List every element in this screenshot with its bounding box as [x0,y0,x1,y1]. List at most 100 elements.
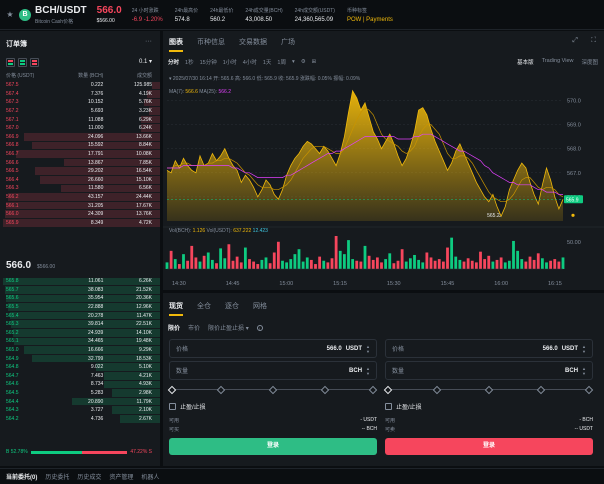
bottom-tab-4[interactable]: 机器人 [141,472,159,481]
bid-row[interactable]: 565.5 22.888 12.96K [0,303,160,312]
sell-qty-stepper[interactable]: ▲ ▼ [582,366,586,376]
row-total: 18.53K [136,355,153,362]
bid-row[interactable]: 564.9 32.799 18.53K [0,354,160,363]
bottom-tab-1[interactable]: 历史委托 [45,472,69,481]
sell-price-stepper[interactable]: ▲ ▼ [582,344,586,354]
buy-qty-input[interactable]: 数量 BCH ▲ ▼ [169,361,377,380]
ask-row[interactable]: 566.8 15.592 8.84K [0,141,160,150]
sell-price-input[interactable]: 价格 566.0 USDT ▲ ▼ [385,339,593,358]
ask-row[interactable]: 567.0 11.000 6.24K [0,124,160,133]
ask-row[interactable]: 565.9 8.349 4.72K [0,219,160,228]
ask-row[interactable]: 567.4 7.376 4.19K [0,90,160,99]
trade-tab-1[interactable]: 全仓 [197,301,211,316]
slider-stop[interactable] [320,385,330,394]
row-total: 10.08K [136,151,153,158]
row-price: 565.2 [6,329,19,336]
slider-stop[interactable] [368,385,378,394]
price-chart-svg[interactable]: 570.0569.0568.0567.0566.0565.2565.950.00… [163,31,604,290]
stat-value: 574.8 [174,16,190,23]
bottom-tab-0[interactable]: 当前委托(0) [6,472,37,481]
buy-tpsl-checkbox[interactable]: 止盈/止损 [169,402,206,411]
header-bar: ★ B BCH/USDT Bitcoin Cash价格 566.0 $566.0… [0,0,604,30]
sell-login-button[interactable]: 登录 [385,438,593,455]
slider-stop[interactable] [167,385,177,394]
bottom-tab-3[interactable]: 资产管理 [109,472,133,481]
slider-stop[interactable] [216,385,226,394]
row-qty: 22.888 [88,304,104,311]
bid-row[interactable]: 564.6 8.734 4.93K [0,380,160,389]
pair-info[interactable]: BCH/USDT Bitcoin Cash价格 [35,5,87,25]
bid-row[interactable]: 565.3 39.814 22.51K [0,320,160,329]
ask-row[interactable]: 566.7 17.791 10.08K [0,150,160,159]
order-type-2[interactable]: 限价止盈止损 ▾ [208,323,249,332]
volume-bar [454,256,458,269]
orderbook-asks-view-icon[interactable] [30,58,39,67]
order-type-1[interactable]: 市价 [188,323,200,332]
buy-qty-stepper[interactable]: ▲ ▼ [366,366,370,376]
buy-percent-slider[interactable] [167,385,378,394]
order-type-0[interactable]: 限价 [168,323,180,332]
bid-row[interactable]: 565.4 20.278 11.47K [0,311,160,320]
row-price: 565.4 [6,312,19,319]
favorite-star-icon[interactable]: ★ [3,10,17,19]
bid-row[interactable]: 565.8 11.061 6.26K [0,277,160,286]
slider-stop[interactable] [584,385,594,394]
stat-3: 24h成交量(BCH) 43,008.50 [245,7,282,23]
slider-stop[interactable] [536,385,546,394]
bid-row[interactable]: 564.7 7.463 4.21K [0,372,160,381]
bid-row[interactable]: 564.8 9.022 5.10K [0,363,160,372]
row-total: 24.44K [136,194,153,201]
sell-percent-slider[interactable] [383,385,594,394]
stat-label: 24h最低价 [210,7,234,14]
bid-row[interactable]: 565.6 35.954 20.36K [0,294,160,303]
ask-row[interactable]: 566.9 24.096 13.66K [0,133,160,142]
ask-row[interactable]: 566.1 31.205 17.67K [0,201,160,210]
mid-price[interactable]: 566.0 $566.00 [6,260,55,271]
ask-row[interactable]: 567.2 5.693 3.23K [0,107,160,116]
bid-row[interactable]: 565.1 34.465 19.48K [0,337,160,346]
ask-row[interactable]: 566.2 43.157 24.44K [0,193,160,202]
info-icon[interactable]: i [256,324,263,331]
slider-stop[interactable] [268,385,278,394]
ask-row[interactable]: 567.1 11.088 6.29K [0,115,160,124]
buy-price-input[interactable]: 价格 566.0 USDT ▲ ▼ [169,339,377,358]
bid-row[interactable]: 565.0 16.666 9.29K [0,346,160,355]
ask-row[interactable]: 566.4 26.660 15.10K [0,176,160,185]
current-price-tag-label: 565.9 [566,197,579,203]
row-price: 565.1 [6,338,19,345]
volume-bar [260,259,264,269]
low-marker-label: 565.2 [487,213,500,219]
precision-select[interactable]: 0.1 ▾ [139,58,152,65]
orderbook-bids-view-icon[interactable] [18,58,27,67]
buy-login-button[interactable]: 登录 [169,438,377,455]
orderbook-both-view-icon[interactable] [6,58,15,67]
ask-row[interactable]: 567.5 0.222 125.985 [0,81,160,90]
row-total: 2.98K [138,390,153,397]
bid-row[interactable]: 564.5 5.283 2.98K [0,389,160,398]
ask-row[interactable]: 566.0 24.309 13.76K [0,210,160,219]
row-total: 14.10K [136,329,153,336]
bid-row[interactable]: 564.2 4.736 2.67K [0,415,160,424]
bid-row[interactable]: 564.4 20.890 11.79K [0,397,160,406]
ask-row[interactable]: 566.3 11.580 6.56K [0,184,160,193]
trade-tab-2[interactable]: 逐仓 [225,301,239,316]
slider-stop[interactable] [432,385,442,394]
buy-price-stepper[interactable]: ▲ ▼ [366,344,370,354]
sell-tpsl-checkbox[interactable]: 止盈/止损 [385,402,422,411]
volume-bar [540,258,544,269]
bid-row[interactable]: 565.2 24.939 14.10K [0,329,160,338]
bid-row[interactable]: 565.7 38.083 21.52K [0,286,160,295]
trade-tab-0[interactable]: 现货 [169,301,183,316]
bottom-tab-2[interactable]: 历史成交 [77,472,101,481]
slider-stop[interactable] [383,385,393,394]
trade-tab-3[interactable]: 网格 [253,301,267,316]
volume-bar [367,255,371,269]
ask-row[interactable]: 566.6 13.867 7.85K [0,158,160,167]
slider-stop[interactable] [484,385,494,394]
more-icon[interactable]: ··· [145,38,152,45]
ask-row[interactable]: 567.3 10.152 5.76K [0,98,160,107]
volume-bar [520,259,524,269]
sell-qty-input[interactable]: 数量 BCH ▲ ▼ [385,361,593,380]
ask-row[interactable]: 566.5 29.202 16.54K [0,167,160,176]
bid-row[interactable]: 564.3 3.727 2.10K [0,406,160,415]
